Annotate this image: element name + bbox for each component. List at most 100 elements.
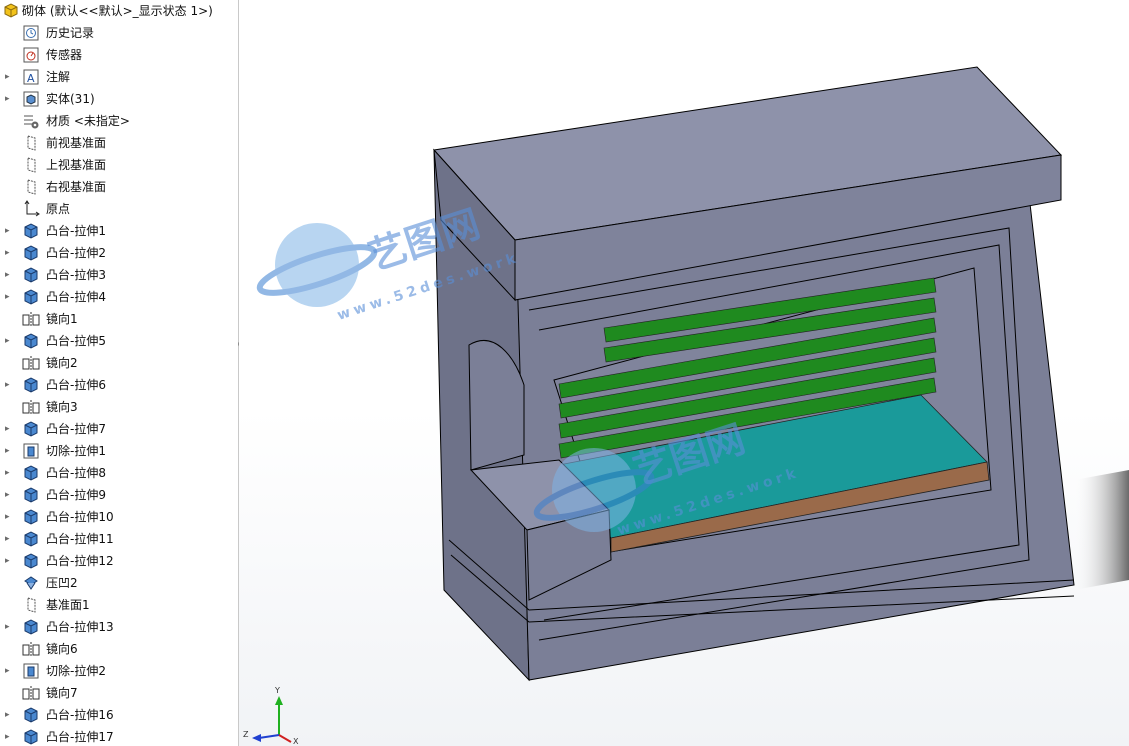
tree-item[interactable]: 镜向6 [0,638,238,660]
expand-arrow-icon[interactable]: ▸ [5,226,13,236]
boss-extrude-icon [22,508,40,526]
expand-arrow-icon[interactable]: ▸ [5,732,13,742]
tree-item[interactable]: ▸ 凸台-拉伸9 [0,484,238,506]
axis-triad[interactable]: Y Z X [243,686,299,746]
tree-item-label: 凸台-拉伸9 [46,488,106,502]
expand-arrow-icon[interactable]: ▸ [5,248,13,258]
tree-item[interactable]: ▸ 凸台-拉伸7 [0,418,238,440]
material-icon [22,112,40,130]
boss-extrude-icon [22,288,40,306]
tree-item[interactable]: ▸ 凸台-拉伸6 [0,374,238,396]
tree-item-label: 凸台-拉伸16 [46,708,114,722]
expand-arrow-icon[interactable]: ▸ [5,94,13,104]
tree-item-label: 镜向6 [46,642,78,656]
tree-item[interactable]: ▸ 切除-拉伸1 [0,440,238,462]
tree-item-label: 凸台-拉伸3 [46,268,106,282]
tree-item-label: 切除-拉伸1 [46,444,106,458]
origin-icon [22,200,40,218]
expand-arrow-icon[interactable]: ▸ [5,468,13,478]
tree-item[interactable]: ▸ 凸台-拉伸3 [0,264,238,286]
tree-item[interactable]: ▸ 切除-拉伸2 [0,660,238,682]
boss-extrude-icon [22,530,40,548]
tree-item-label: 镜向2 [46,356,78,370]
tree-item[interactable]: 镜向3 [0,396,238,418]
x-axis-label: X [293,737,299,746]
part-icon [2,2,20,20]
expand-arrow-icon[interactable]: ▸ [5,534,13,544]
tree-item-label: 基准面1 [46,598,90,612]
tree-item[interactable]: ▸ 凸台-拉伸13 [0,616,238,638]
boss-extrude-icon [22,266,40,284]
expand-arrow-icon[interactable]: ▸ [5,666,13,676]
indent-icon [22,574,40,592]
boss-extrude-icon [22,332,40,350]
tree-root-label: 砌体 (默认<<默认>_显示状态 1>) [22,4,213,18]
z-axis-label: Z [243,730,249,739]
expand-arrow-icon[interactable]: ▸ [5,380,13,390]
x-axis-line [278,734,292,743]
tree-item[interactable]: ▸ 凸台-拉伸1 [0,220,238,242]
boss-extrude-icon [22,464,40,482]
tree-item[interactable]: ▸ 凸台-拉伸2 [0,242,238,264]
tree-root[interactable]: 砌体 (默认<<默认>_显示状态 1>) [0,0,238,22]
expand-arrow-icon[interactable]: ▸ [5,710,13,720]
tree-item[interactable]: ▸ A 注解 [0,66,238,88]
expand-arrow-icon[interactable]: ▸ [5,622,13,632]
boss-extrude-icon [22,244,40,262]
graphics-viewport[interactable]: 艺图网 www.52des.work 艺图网 www.52des.work Y … [239,0,1129,746]
expand-arrow-icon[interactable]: ▸ [5,336,13,346]
tree-item[interactable]: ▸ 凸台-拉伸5 [0,330,238,352]
tree-item[interactable]: ▸ 凸台-拉伸12 [0,550,238,572]
tree-item[interactable]: 基准面1 [0,594,238,616]
tree-item[interactable]: ▸ 实体(31) [0,88,238,110]
tree-item-label: 凸台-拉伸5 [46,334,106,348]
tree-item[interactable]: ▸ 凸台-拉伸17 [0,726,238,746]
tree-item-label: 镜向7 [46,686,78,700]
tree-item-label: 传感器 [46,48,83,62]
expand-arrow-icon[interactable]: ▸ [5,446,13,456]
ground-shadow [1074,470,1129,590]
tree-item[interactable]: ▸ 凸台-拉伸11 [0,528,238,550]
expand-arrow-icon[interactable]: ▸ [5,424,13,434]
watermark-logo-1 [256,223,378,307]
boss-extrude-icon [22,728,40,746]
tree-item[interactable]: 镜向1 [0,308,238,330]
tree-item-label: 凸台-拉伸11 [46,532,114,546]
boss-extrude-icon [22,552,40,570]
plane-icon [22,156,40,174]
tree-item-label: 注解 [46,70,71,84]
tree-item[interactable]: ▸ 凸台-拉伸16 [0,704,238,726]
plane-icon [22,134,40,152]
tree-item[interactable]: 前视基准面 [0,132,238,154]
tree-item[interactable]: 原点 [0,198,238,220]
tree-item[interactable]: 历史记录 [0,22,238,44]
expand-arrow-icon[interactable]: ▸ [5,270,13,280]
tree-item-label: 凸台-拉伸4 [46,290,106,304]
boss-extrude-icon [22,222,40,240]
tree-item[interactable]: 上视基准面 [0,154,238,176]
boss-extrude-icon [22,486,40,504]
expand-arrow-icon[interactable]: ▸ [5,72,13,82]
tree-item-label: 上视基准面 [46,158,107,172]
expand-arrow-icon[interactable]: ▸ [5,292,13,302]
feature-manager-tree: 砌体 (默认<<默认>_显示状态 1>) 历史记录传感器 ▸ A 注解 ▸ 实体(31) 材… [0,0,239,746]
tree-item[interactable]: ▸ 凸台-拉伸8 [0,462,238,484]
mirror-icon [22,684,40,702]
tree-item[interactable]: 传感器 [0,44,238,66]
tree-item-label: 镜向1 [46,312,78,326]
tree-item[interactable]: 镜向2 [0,352,238,374]
tree-item[interactable]: 右视基准面 [0,176,238,198]
tree-item[interactable]: ▸ 凸台-拉伸10 [0,506,238,528]
plane-icon [22,596,40,614]
expand-arrow-icon[interactable]: ▸ [5,556,13,566]
mirror-icon [22,398,40,416]
expand-arrow-icon[interactable]: ▸ [5,512,13,522]
tree-item[interactable]: ▸ 凸台-拉伸4 [0,286,238,308]
tree-item[interactable]: 镜向7 [0,682,238,704]
model-view: 艺图网 www.52des.work 艺图网 www.52des.work Y … [243,66,1129,746]
tree-item[interactable]: 压凹2 [0,572,238,594]
boss-extrude-icon [22,420,40,438]
expand-arrow-icon[interactable]: ▸ [5,490,13,500]
tree-item[interactable]: 材质 <未指定> [0,110,238,132]
tree-item-label: 切除-拉伸2 [46,664,106,678]
